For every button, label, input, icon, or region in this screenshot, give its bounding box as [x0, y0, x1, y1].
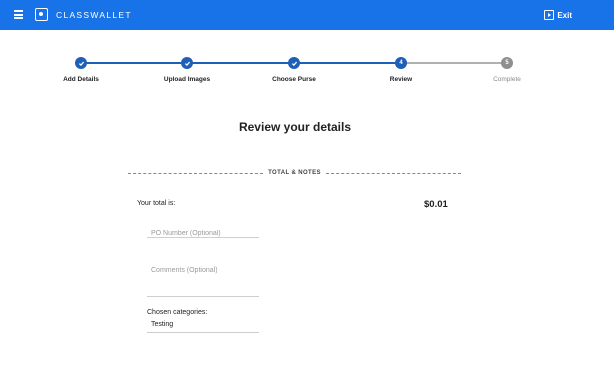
step-label-add-details[interactable]: Add Details [63, 76, 99, 83]
exit-button[interactable]: Exit [544, 10, 572, 20]
comments-input[interactable] [147, 265, 259, 295]
step-label-upload-images[interactable]: Upload Images [164, 76, 210, 83]
step-connector [294, 62, 401, 64]
progress-stepper: 4 5 Add Details Upload Images Choose Pur… [0, 56, 614, 86]
step-3-check-icon[interactable] [288, 57, 300, 69]
section-divider: TOTAL & NOTES [128, 168, 461, 178]
total-label: Your total is: [137, 200, 176, 207]
exit-icon [544, 10, 555, 20]
brand-logo[interactable]: CLASSWALLET [35, 8, 132, 21]
categories-value: Testing [147, 316, 259, 333]
exit-label: Exit [557, 10, 572, 20]
step-label-choose-purse[interactable]: Choose Purse [272, 76, 316, 83]
brand-name: CLASSWALLET [56, 9, 132, 20]
step-1-check-icon[interactable] [75, 57, 87, 69]
comments-field [147, 265, 259, 297]
po-number-field [147, 222, 259, 241]
divider-line [128, 172, 264, 174]
page-title: Review your details [238, 120, 352, 134]
step-connector [81, 62, 187, 64]
step-2-check-icon[interactable] [181, 57, 193, 69]
step-connector [401, 62, 507, 64]
step-label-complete: Complete [493, 76, 521, 83]
categories-label: Chosen categories: [147, 309, 208, 316]
section-label: TOTAL & NOTES [268, 170, 321, 176]
step-4-marker: 4 [395, 57, 407, 69]
menu-icon[interactable] [14, 10, 23, 19]
logo-icon [35, 8, 48, 21]
step-label-review: Review [389, 76, 413, 83]
step-connector [187, 62, 294, 64]
step-5-marker: 5 [501, 57, 513, 69]
po-number-input[interactable] [147, 226, 259, 241]
top-nav-bar: CLASSWALLET Exit [0, 0, 614, 30]
total-value: $0.01 [424, 199, 448, 210]
divider-line [325, 172, 461, 174]
